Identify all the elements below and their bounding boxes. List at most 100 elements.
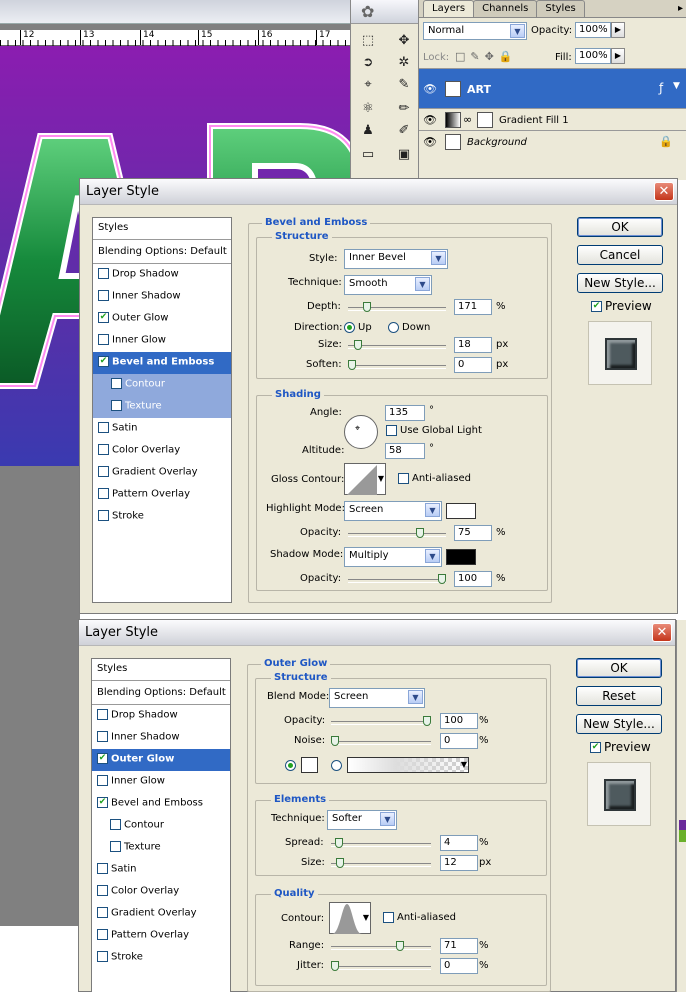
style-item-pattern-overlay[interactable]: Pattern Overlay (93, 484, 231, 506)
checkbox[interactable] (97, 863, 108, 874)
checkbox[interactable] (110, 841, 121, 852)
slider-knob[interactable] (354, 340, 363, 350)
opacity-arrow-icon[interactable]: ▶ (611, 22, 625, 38)
gradient-tool-icon[interactable]: ▣ (393, 144, 415, 164)
lock-icons[interactable]: □✎✥🔒 (455, 50, 518, 63)
glow-size-slider[interactable] (331, 858, 431, 868)
glow-opacity-slider[interactable] (331, 716, 431, 726)
eye-icon[interactable]: 👁 (423, 113, 437, 126)
direction-down-radio[interactable] (388, 322, 399, 333)
style-item-contour[interactable]: Contour (92, 815, 230, 837)
slider-knob[interactable] (334, 838, 343, 848)
lasso-tool-icon[interactable]: ➲ (357, 52, 379, 72)
checkbox[interactable] (98, 422, 109, 433)
style-item-inner-glow[interactable]: Inner Glow (93, 330, 231, 352)
blend-mode-select[interactable]: Normal ▼ (423, 22, 527, 40)
style-item-texture[interactable]: Texture (92, 837, 230, 859)
style-item-bevel-emboss[interactable]: ✔ Bevel and Emboss (93, 352, 231, 374)
depth-slider[interactable] (348, 302, 446, 312)
highlight-opacity-slider[interactable] (348, 528, 446, 538)
ok-button[interactable]: OK (577, 217, 663, 237)
highlight-mode-select[interactable]: Screen ▼ (344, 501, 442, 521)
style-item-inner-shadow[interactable]: Inner Shadow (93, 286, 231, 308)
depth-field[interactable]: 171 (454, 299, 492, 315)
style-item-satin[interactable]: Satin (92, 859, 230, 881)
glow-contour-picker[interactable]: ▼ (329, 902, 371, 934)
technique-select[interactable]: Smooth ▼ (344, 275, 432, 295)
fill-arrow-icon[interactable]: ▶ (611, 48, 625, 64)
checkbox[interactable] (98, 510, 109, 521)
style-item-contour[interactable]: Contour (93, 374, 231, 396)
clone-stamp-icon[interactable]: ♟ (357, 120, 379, 140)
style-item-stroke[interactable]: Stroke (92, 947, 230, 969)
altitude-field[interactable]: 58 (385, 443, 425, 459)
glow-size-field[interactable]: 12 (440, 855, 478, 871)
slider-knob[interactable] (396, 941, 405, 951)
slider-knob[interactable] (363, 302, 372, 312)
checkbox[interactable] (111, 378, 122, 389)
checkbox-checked[interactable]: ✔ (98, 312, 109, 323)
styles-header[interactable]: Styles (92, 659, 230, 681)
style-item-outer-glow[interactable]: ✔ Outer Glow (92, 749, 230, 771)
brush-tool-icon[interactable]: ✏ (393, 98, 415, 118)
layer-opacity-field[interactable]: 100% (575, 22, 611, 38)
blending-options-item[interactable]: Blending Options: Default (92, 683, 230, 705)
checkbox[interactable] (98, 444, 109, 455)
slice-tool-icon[interactable]: ✎ (393, 74, 415, 94)
style-item-gradient-overlay[interactable]: Gradient Overlay (93, 462, 231, 484)
panel-menu-icon[interactable]: ▸ (678, 3, 683, 14)
checkbox-checked[interactable]: ✔ (97, 797, 108, 808)
angle-field[interactable]: 135 (385, 405, 425, 421)
checkbox-checked[interactable]: ✔ (98, 356, 109, 367)
soften-field[interactable]: 0 (454, 357, 492, 373)
gradient-radio[interactable] (331, 760, 342, 771)
highlight-color-swatch[interactable] (446, 503, 476, 519)
style-item-color-overlay[interactable]: Color Overlay (93, 440, 231, 462)
style-item-stroke[interactable]: Stroke (93, 506, 231, 528)
shadow-opacity-slider[interactable] (348, 574, 446, 584)
history-brush-icon[interactable]: ✐ (393, 120, 415, 140)
style-item-pattern-overlay[interactable]: Pattern Overlay (92, 925, 230, 947)
preview-checkbox[interactable]: ✔ (591, 301, 602, 312)
gloss-contour-picker[interactable]: ▼ (344, 463, 386, 495)
reset-button[interactable]: Reset (576, 686, 662, 706)
checkbox[interactable] (98, 334, 109, 345)
slider-knob[interactable] (331, 961, 339, 971)
layer-effects-icon[interactable]: ƒ (659, 81, 663, 95)
checkbox[interactable] (97, 885, 108, 896)
layer-row-gradient-fill[interactable]: 👁 ∞ Gradient Fill 1 (419, 108, 686, 130)
style-item-satin[interactable]: Satin (93, 418, 231, 440)
layer-name[interactable]: Background (467, 137, 527, 148)
checkbox[interactable] (98, 466, 109, 477)
noise-slider[interactable] (331, 736, 431, 746)
style-item-drop-shadow[interactable]: Drop Shadow (93, 264, 231, 286)
checkbox[interactable] (97, 951, 108, 962)
spread-slider[interactable] (331, 838, 431, 848)
eye-icon[interactable]: 👁 (423, 135, 437, 148)
marquee-tool-icon[interactable]: ⬚ (357, 30, 379, 50)
style-item-gradient-overlay[interactable]: Gradient Overlay (92, 903, 230, 925)
range-field[interactable]: 71 (440, 938, 478, 954)
gloss-anti-aliased-checkbox[interactable] (398, 473, 409, 484)
new-style-button[interactable]: New Style... (576, 714, 662, 734)
shadow-color-swatch[interactable] (446, 549, 476, 565)
glow-color-swatch[interactable] (301, 757, 318, 773)
magic-wand-icon[interactable]: ✲ (393, 52, 415, 72)
style-item-color-overlay[interactable]: Color Overlay (92, 881, 230, 903)
eraser-tool-icon[interactable]: ▭ (357, 144, 379, 164)
glow-gradient-picker[interactable]: ▼ (347, 757, 469, 773)
shadow-mode-select[interactable]: Multiply ▼ (344, 547, 442, 567)
jitter-slider[interactable] (331, 961, 431, 971)
slider-knob[interactable] (438, 574, 446, 584)
blending-options-item[interactable]: Blending Options: Default (93, 242, 231, 264)
checkbox[interactable] (98, 290, 109, 301)
checkbox[interactable] (98, 488, 109, 499)
glow-blend-mode-select[interactable]: Screen ▼ (329, 688, 425, 708)
size-slider[interactable] (348, 340, 446, 350)
style-item-drop-shadow[interactable]: Drop Shadow (92, 705, 230, 727)
cancel-button[interactable]: Cancel (577, 245, 663, 265)
style-item-bevel-emboss[interactable]: ✔ Bevel and Emboss (92, 793, 230, 815)
soften-slider[interactable] (348, 360, 446, 370)
ok-button[interactable]: OK (576, 658, 662, 678)
noise-field[interactable]: 0 (440, 733, 478, 749)
